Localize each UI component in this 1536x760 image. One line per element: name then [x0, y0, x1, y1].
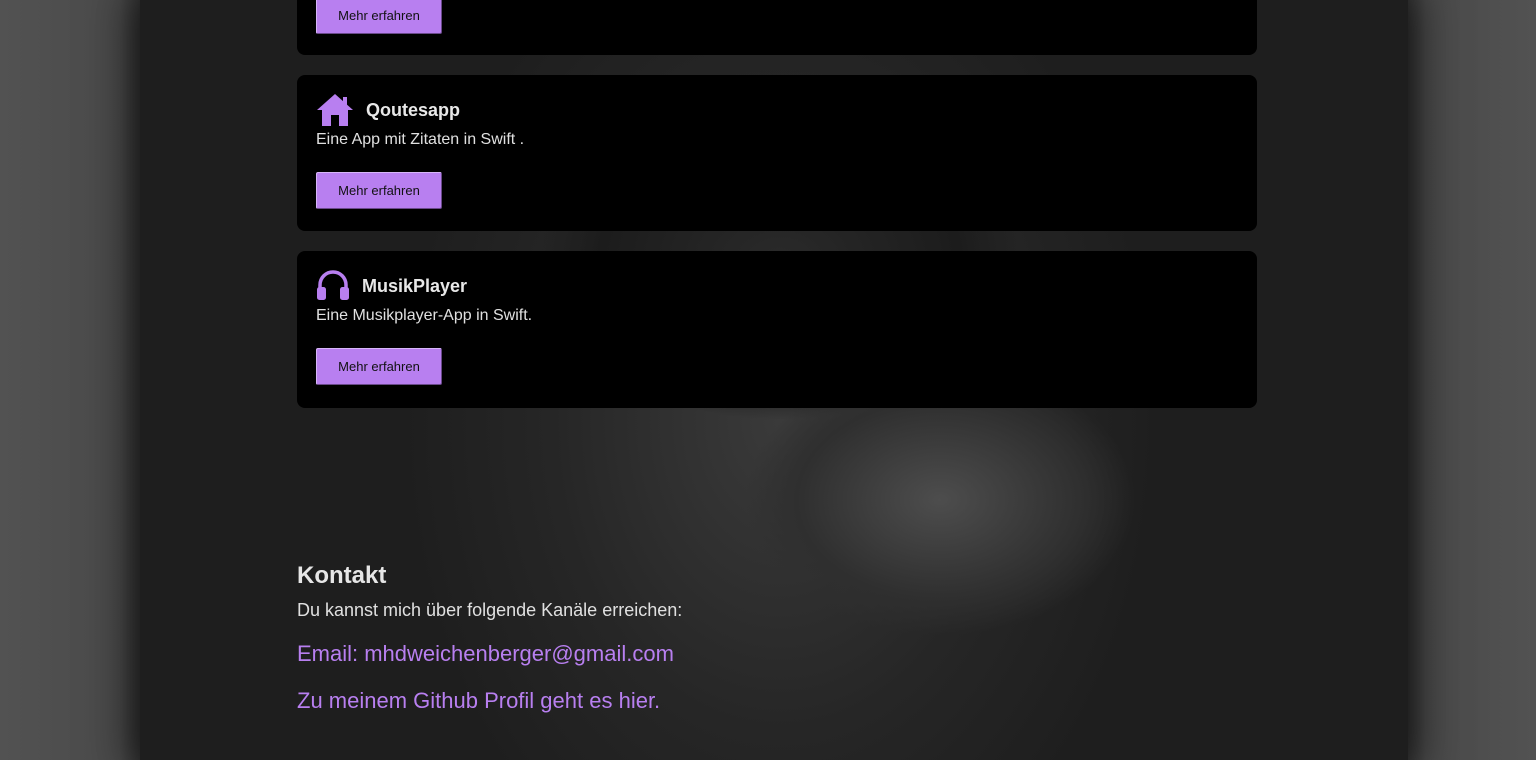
project-card-qoutesapp: Qoutesapp Eine App mit Zitaten in Swift … [297, 75, 1257, 231]
contact-heading: Kontakt [297, 562, 387, 589]
project-card: Mehr erfahren [297, 0, 1257, 55]
project-description: Eine App mit Zitaten in Swift . [316, 131, 525, 148]
more-info-button[interactable]: Mehr erfahren [316, 348, 442, 385]
project-description: Eine Musikplayer-App in Swift. [316, 307, 533, 324]
background-right [1398, 0, 1536, 760]
project-card-musikplayer: MusikPlayer Eine Musikplayer-App in Swif… [297, 251, 1257, 408]
project-title: Qoutesapp [366, 99, 461, 120]
headphones-icon [316, 269, 350, 303]
email-link[interactable]: Email: mhdweichenberger@gmail.com [297, 641, 1197, 667]
contact-description: Du kannst mich über folgende Kanäle erre… [297, 600, 683, 620]
house-icon [316, 93, 354, 127]
project-card-header: Qoutesapp [316, 93, 460, 127]
contact-section: Kontakt Du kannst mich über folgende Kan… [297, 562, 1197, 714]
background-left [0, 0, 150, 760]
project-title: MusikPlayer [362, 275, 468, 296]
github-profile-link[interactable]: Zu meinem Github Profil geht es hier. [297, 688, 1197, 714]
more-info-button[interactable]: Mehr erfahren [316, 0, 442, 34]
more-info-button[interactable]: Mehr erfahren [316, 172, 442, 209]
project-card-header: MusikPlayer [316, 269, 467, 303]
